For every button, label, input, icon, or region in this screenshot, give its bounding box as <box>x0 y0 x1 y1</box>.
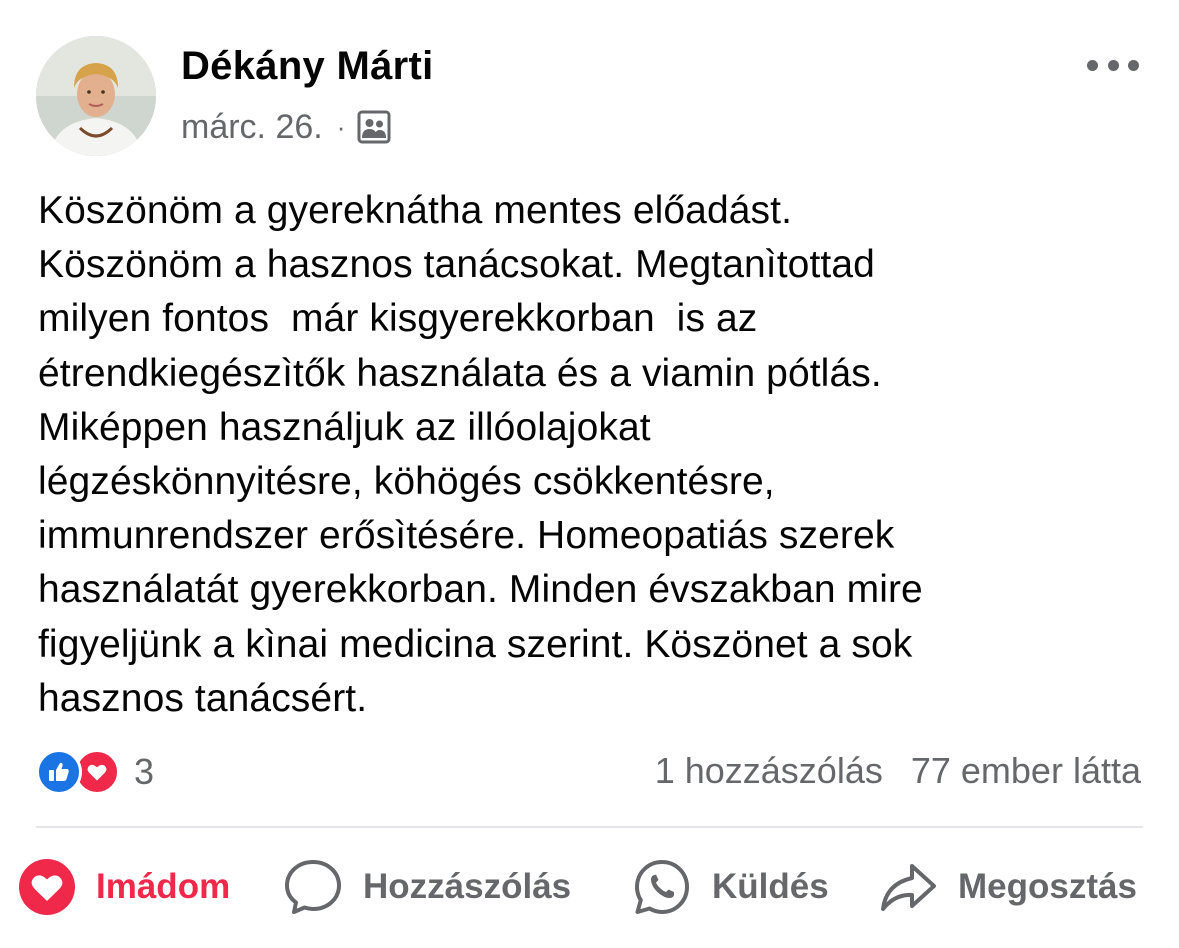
group-audience-icon[interactable] <box>357 110 391 144</box>
comment-count[interactable]: 1 hozzászólás <box>655 750 883 792</box>
author-name[interactable]: Dékány Márti <box>181 44 434 89</box>
love-icon <box>19 859 75 915</box>
share-arrow-icon <box>881 864 936 911</box>
post-text-line: Miképpen használjuk az illóolajokat <box>38 405 651 449</box>
more-options-icon[interactable] <box>1087 52 1139 78</box>
share-button-label: Megosztás <box>958 867 1137 906</box>
post-text-line: étrendkiegészìtők használata és a viamin… <box>38 351 882 395</box>
divider <box>36 826 1143 828</box>
post-text-line: immunrendszer erősìtésére. Homeopatiás s… <box>38 514 895 558</box>
share-button[interactable]: Megosztás <box>878 852 1137 922</box>
send-button[interactable]: Küldés <box>632 852 829 922</box>
post-text-line: Köszönöm a gyereknátha mentes előadást. <box>38 189 793 232</box>
post-stats: 1 hozzászólás 77 ember látta <box>655 750 1141 792</box>
view-count: 77 ember látta <box>910 750 1141 791</box>
reactions-summary[interactable]: 3 <box>36 748 154 796</box>
post-text-line: használatát gyerekkorban. Minden évszakb… <box>38 568 923 612</box>
facebook-post: Dékány Márti márc. 26. · Köszönöm a gyer… <box>0 0 1179 948</box>
meta-separator: · <box>336 111 346 142</box>
like-reaction-icon <box>36 749 82 795</box>
send-button-label: Küldés <box>712 867 829 906</box>
post-text-line: hasznos tanácsért. <box>38 676 368 720</box>
post-text-line: Köszönöm a hasznos tanácsokat. Megtanìto… <box>38 243 875 287</box>
love-button-label: Imádom <box>96 867 231 906</box>
post-date[interactable]: márc. 26. <box>181 108 323 147</box>
reaction-count: 3 <box>134 751 155 792</box>
avatar-photo <box>36 36 156 156</box>
post-meta: márc. 26. · <box>181 105 391 149</box>
post-text: Köszönöm a gyereknátha mentes előadást. … <box>38 184 1148 726</box>
love-button[interactable]: Imádom <box>18 852 230 922</box>
whatsapp-icon <box>635 860 689 914</box>
post-text-line: légzéskönnyitésre, köhögés csökkentésre, <box>38 460 775 504</box>
post-text-line: figyeljünk a kìnai medicina szerint. Kös… <box>38 622 913 666</box>
comment-icon <box>285 860 341 914</box>
author-avatar[interactable] <box>36 36 156 156</box>
action-bar: Imádom Hozzászólás Küldés Megosztás <box>0 852 1179 922</box>
post-text-line: milyen fontos már kisgyerekkorban is az <box>38 297 758 341</box>
comment-button-label: Hozzászólás <box>363 867 572 906</box>
comment-button[interactable]: Hozzászólás <box>283 852 571 922</box>
